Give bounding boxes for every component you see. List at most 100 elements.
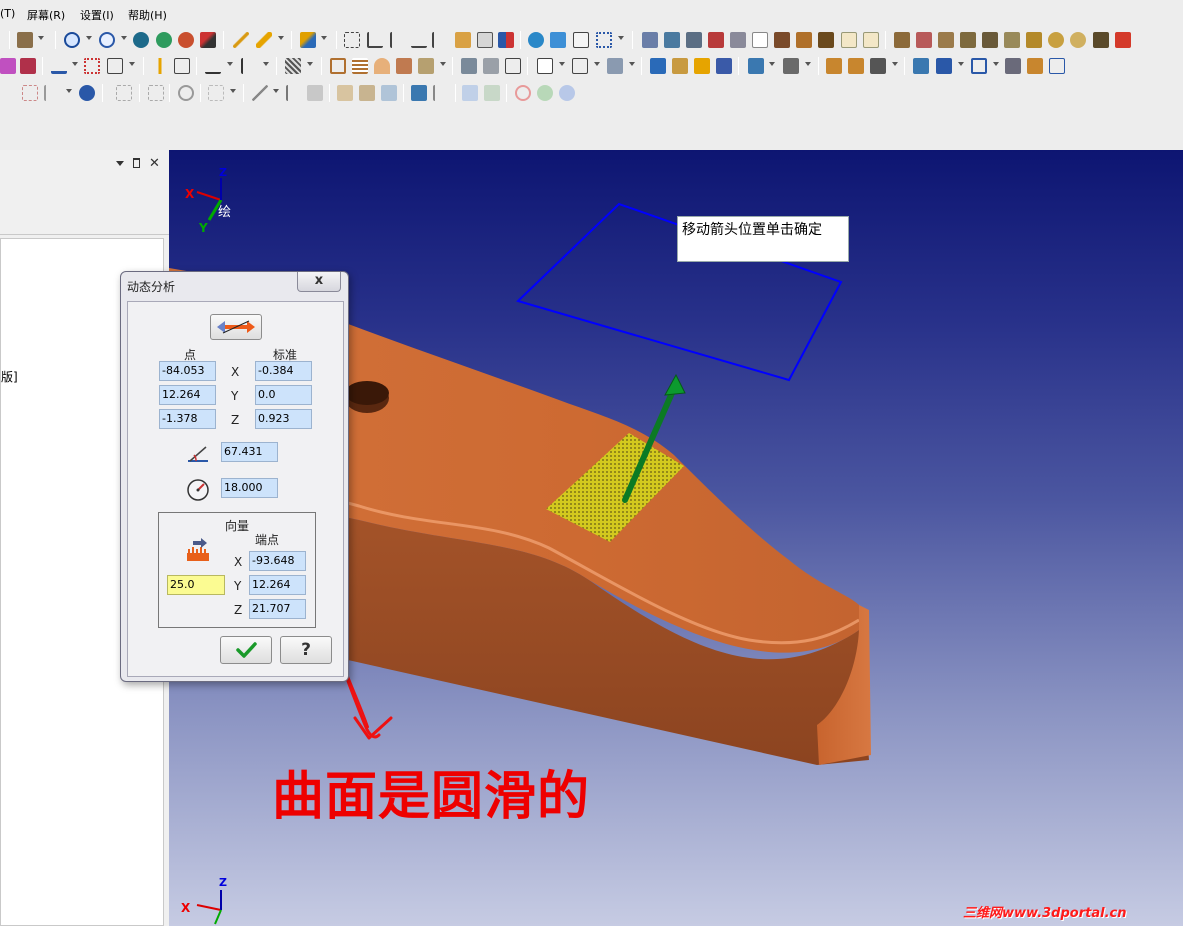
cluster-icon[interactable] — [528, 32, 544, 48]
circle-icon[interactable] — [99, 32, 115, 48]
layer7-icon[interactable] — [1093, 32, 1109, 48]
gold-box-icon[interactable] — [826, 58, 842, 74]
endpoint-y-field[interactable]: 12.264 — [249, 575, 306, 595]
sphere-grid-icon[interactable] — [64, 32, 80, 48]
leader-icon[interactable] — [174, 58, 190, 74]
pointer-icon[interactable] — [286, 85, 302, 101]
export-icon[interactable] — [650, 58, 666, 74]
marker-icon[interactable] — [152, 58, 168, 74]
blue-cube-icon[interactable] — [913, 58, 929, 74]
point-y-field[interactable]: 12.264 — [159, 385, 216, 405]
block-icon[interactable] — [107, 58, 123, 74]
normal-x-field[interactable]: -0.384 — [255, 361, 312, 381]
ok-icon[interactable] — [537, 85, 553, 101]
layer-red-icon[interactable] — [916, 32, 932, 48]
close-icon[interactable]: ✕ — [149, 156, 160, 171]
sigma-icon[interactable] — [573, 32, 589, 48]
normal-y-field[interactable]: 0.0 — [255, 385, 312, 405]
tree-item[interactable]: 版] — [1, 368, 18, 385]
grid-cube-icon[interactable] — [1005, 58, 1021, 74]
select-filter-icon[interactable] — [307, 85, 323, 101]
line-icon[interactable] — [252, 85, 268, 101]
import-icon[interactable] — [672, 58, 688, 74]
red-cube-icon[interactable] — [1115, 32, 1131, 48]
lines-icon[interactable] — [352, 58, 368, 74]
green-sphere-icon[interactable] — [156, 32, 172, 48]
edit-icon[interactable] — [550, 32, 566, 48]
box-gray2-icon[interactable] — [359, 85, 375, 101]
cube-blue-icon[interactable] — [411, 85, 427, 101]
window-icon[interactable] — [537, 58, 553, 74]
bound-box-icon[interactable] — [971, 58, 987, 74]
view-icon[interactable] — [572, 58, 588, 74]
arch-icon[interactable] — [374, 58, 390, 74]
shell-icon[interactable] — [870, 58, 886, 74]
menu-screen[interactable]: 屏幕(R) — [27, 7, 65, 23]
solid-box-icon[interactable] — [748, 58, 764, 74]
layer6-icon[interactable] — [1026, 32, 1042, 48]
cursor-icon[interactable] — [433, 85, 449, 101]
double-pencil-icon[interactable] — [256, 32, 272, 48]
measure-icon[interactable] — [300, 32, 316, 48]
frame-icon[interactable] — [330, 58, 346, 74]
section-icon[interactable] — [607, 58, 623, 74]
blue-cube2-icon[interactable] — [936, 58, 952, 74]
endpoint-z-field[interactable]: 21.707 — [249, 599, 306, 619]
pin-icon[interactable] — [133, 158, 140, 168]
box-gray3-icon[interactable] — [381, 85, 397, 101]
menu-help[interactable]: 帮助(H) — [128, 7, 167, 23]
check-view-icon[interactable] — [484, 85, 500, 101]
check-angle-icon[interactable] — [432, 32, 448, 48]
box-edit-icon[interactable] — [20, 58, 36, 74]
disc2-icon[interactable] — [1070, 32, 1086, 48]
normal-z-field[interactable]: 0.923 — [255, 409, 312, 429]
vector-length-field[interactable]: 25.0 — [167, 575, 225, 595]
document-check-icon[interactable] — [863, 32, 879, 48]
numbering-icon[interactable] — [752, 32, 768, 48]
horizontal-dim-icon[interactable] — [205, 58, 221, 74]
help-gray-icon[interactable] — [559, 85, 575, 101]
brush-icon[interactable] — [694, 58, 710, 74]
render2-icon[interactable] — [664, 32, 680, 48]
ok-button[interactable] — [220, 636, 272, 664]
trim-icon[interactable] — [51, 58, 67, 74]
flip-direction-button[interactable] — [210, 314, 262, 340]
settings-render-icon[interactable] — [730, 32, 746, 48]
mesh-cube-icon[interactable] — [505, 58, 521, 74]
dimension-icon[interactable] — [367, 32, 383, 48]
rotate-icon[interactable] — [178, 85, 194, 101]
layer3-icon[interactable] — [960, 32, 976, 48]
endpoint-x-field[interactable]: -93.648 — [249, 551, 306, 571]
layer5-icon[interactable] — [1004, 32, 1020, 48]
align-icon[interactable] — [498, 32, 514, 48]
solid-edit-icon[interactable] — [783, 58, 799, 74]
point-x-field[interactable]: -84.053 — [159, 361, 216, 381]
gold-box2-icon[interactable] — [848, 58, 864, 74]
snap-icon[interactable] — [0, 85, 16, 101]
grid-select-icon[interactable] — [596, 32, 612, 48]
radius-field[interactable]: 18.000 — [221, 478, 278, 498]
ruler-icon[interactable] — [396, 58, 412, 74]
paste-disabled-icon[interactable] — [148, 85, 164, 101]
help-circle-icon[interactable] — [79, 85, 95, 101]
angle-icon[interactable] — [390, 32, 406, 48]
gear-query-icon[interactable] — [477, 32, 493, 48]
texture-icon[interactable] — [818, 32, 834, 48]
snap-axis-icon[interactable] — [44, 85, 60, 101]
menu-settings[interactable]: 设置(I) — [80, 7, 114, 23]
red-sphere-icon[interactable] — [178, 32, 194, 48]
render-icon[interactable] — [642, 32, 658, 48]
select-box-icon[interactable] — [208, 85, 224, 101]
cancel-icon[interactable] — [515, 85, 531, 101]
quad-view-icon[interactable] — [1049, 58, 1065, 74]
snap-point-icon[interactable] — [22, 85, 38, 101]
layer-stack-icon[interactable] — [894, 32, 910, 48]
disc-icon[interactable] — [1048, 32, 1064, 48]
layer2-icon[interactable] — [938, 32, 954, 48]
vertical-dim-icon[interactable] — [241, 58, 257, 74]
help-button[interactable]: ? — [280, 636, 332, 664]
camera-icon[interactable] — [774, 32, 790, 48]
render-red-icon[interactable] — [708, 32, 724, 48]
close-button[interactable]: x — [297, 272, 341, 292]
menu-tools[interactable]: (T) — [0, 7, 15, 20]
